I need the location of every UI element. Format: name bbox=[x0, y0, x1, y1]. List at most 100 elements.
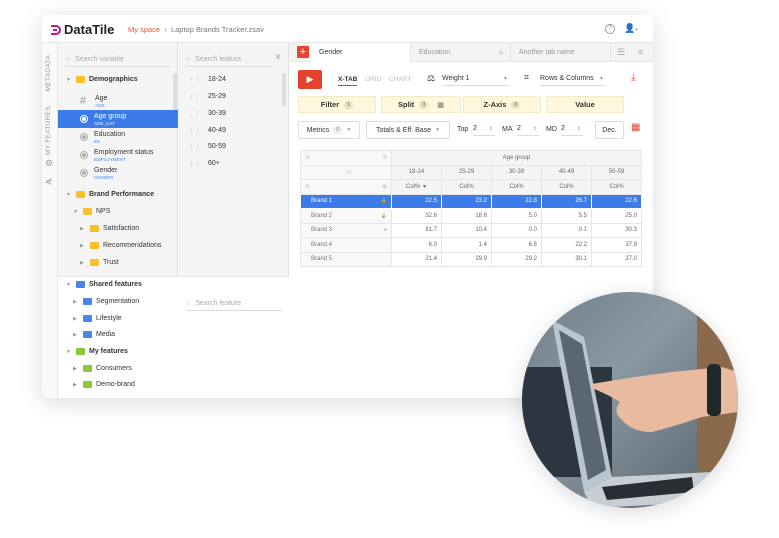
column-header[interactable]: 30-39 bbox=[491, 164, 542, 180]
eye-icon[interactable]: ◉ bbox=[382, 183, 387, 190]
value-dropzone[interactable]: Value bbox=[546, 96, 624, 113]
tree-recommendations[interactable]: ▶ Recommendations bbox=[80, 242, 161, 249]
column-header[interactable]: 18-24 bbox=[391, 164, 442, 180]
column-header[interactable]: 50-59 bbox=[591, 164, 642, 180]
table-cell[interactable]: 29.9 bbox=[441, 251, 492, 267]
scrollbar[interactable] bbox=[282, 73, 286, 106]
tree-segmentation[interactable]: ▶ Segmentation bbox=[73, 298, 139, 305]
weight-dropdown[interactable]: Weight 1 ▼ bbox=[442, 72, 510, 86]
tree-shared[interactable]: ▼ Shared features bbox=[66, 281, 142, 288]
table-row[interactable]: Brand 5 21.4 29.9 29.2 30.1 27.0 bbox=[300, 251, 642, 267]
top-stepper[interactable]: 2 ⇕ bbox=[473, 122, 495, 136]
tab-another[interactable]: Another tab name bbox=[511, 43, 611, 62]
feature-item[interactable]: ⋮⋮ 30-39 bbox=[188, 110, 226, 118]
table-cell[interactable]: 10.4 bbox=[441, 222, 492, 238]
table-cell[interactable]: 30.1 bbox=[541, 251, 592, 267]
help-icon[interactable]: ? bbox=[605, 24, 615, 34]
metric-header[interactable]: Col% ▼ bbox=[391, 179, 442, 195]
calculator-icon[interactable]: ▦ bbox=[631, 122, 640, 133]
close-tab-icon[interactable]: ⊗ bbox=[498, 49, 504, 57]
feature-search[interactable]: ○ Search feature bbox=[186, 53, 272, 67]
table-cell[interactable]: 81.7 bbox=[391, 222, 442, 238]
row-label[interactable]: Brand 5 bbox=[300, 251, 392, 267]
view-chart[interactable]: CHART bbox=[389, 76, 411, 83]
variable-age[interactable]: # Age AGE bbox=[58, 92, 178, 110]
tree-lifestyle[interactable]: ▶ Lifestyle bbox=[73, 315, 122, 322]
tree-demo-brand[interactable]: ▶ Demo-brand bbox=[73, 381, 135, 388]
table-cell[interactable]: 30.3 bbox=[591, 222, 642, 238]
table-cell[interactable]: 22.5 bbox=[391, 193, 442, 209]
table-cell[interactable]: 5.0 bbox=[491, 208, 542, 224]
table-row[interactable]: Brand 1 🔒 22.5 23.2 22.8 26.7 22.6 bbox=[300, 193, 642, 209]
zaxis-dropzone[interactable]: Z-Axis 0 bbox=[463, 96, 541, 113]
close-icon[interactable]: × bbox=[275, 52, 281, 63]
table-cell[interactable]: 21.4 bbox=[391, 251, 442, 267]
row-label[interactable]: Brand 4 bbox=[300, 237, 392, 253]
run-button[interactable]: ▶ bbox=[298, 70, 322, 89]
view-grid[interactable]: GRID bbox=[365, 76, 381, 83]
table-cell[interactable]: 18.6 bbox=[441, 208, 492, 224]
variable-age-group[interactable]: Age group AGE_CAT bbox=[58, 110, 178, 128]
swap-icon[interactable]: ⇄ bbox=[300, 164, 392, 180]
column-header[interactable]: 25-29 bbox=[441, 164, 492, 180]
layout-dropdown[interactable]: Rows & Columns ▼ bbox=[540, 72, 606, 86]
tree-trust[interactable]: ▶ Trust bbox=[80, 259, 119, 266]
variable-gender[interactable]: Gender GENDER bbox=[58, 164, 178, 182]
table-row[interactable]: Brand 3 ▸ 81.7 10.4 0.0 0.1 30.3 bbox=[300, 222, 642, 238]
table-row[interactable]: Brand 4 6.0 1.4 6.5 22.2 37.9 bbox=[300, 237, 642, 253]
variable-employment[interactable]: Employment status EMPLOYMENT bbox=[58, 146, 178, 164]
table-cell[interactable]: 25.0 bbox=[591, 208, 642, 224]
metadata-tab[interactable]: METADATA bbox=[45, 55, 52, 91]
totals-dropdown[interactable]: Totals & Eff. Base ▼ bbox=[366, 121, 450, 139]
feature-item[interactable]: ⋮⋮ 60+ bbox=[188, 160, 220, 168]
menu-icon[interactable]: ≡ bbox=[638, 47, 643, 57]
filter-dropzone[interactable]: Filter 1 bbox=[298, 96, 376, 113]
clear-icon[interactable]: ⊗ bbox=[382, 154, 387, 161]
row-label[interactable]: Brand 1 🔒 bbox=[300, 193, 392, 209]
decimals-button[interactable]: Dec. bbox=[595, 121, 624, 139]
variable-education[interactable]: Education ED bbox=[58, 128, 178, 146]
user-menu-icon[interactable]: 👤▾ bbox=[624, 23, 638, 34]
table-cell[interactable]: 37.9 bbox=[591, 237, 642, 253]
download-icon[interactable]: ⤓ bbox=[631, 72, 635, 83]
tree-nps[interactable]: ▼ NPS bbox=[73, 208, 110, 215]
settings-icon[interactable]: ⚙ bbox=[45, 158, 53, 169]
table-cell[interactable]: 32.6 bbox=[391, 208, 442, 224]
table-cell[interactable]: 22.8 bbox=[491, 193, 542, 209]
clear-icon[interactable]: ⊗ bbox=[305, 184, 310, 190]
table-cell[interactable]: 0.1 bbox=[541, 222, 592, 238]
tree-brand-performance[interactable]: ▼ Brand Performance bbox=[66, 191, 154, 198]
tree-my-features[interactable]: ▼ My features bbox=[66, 348, 128, 355]
split-dropzone[interactable]: Split 3 ▦ bbox=[381, 96, 461, 113]
tree-satisfaction[interactable]: ▶ Satisfaction bbox=[80, 225, 139, 232]
column-header[interactable]: 40-49 bbox=[541, 164, 592, 180]
feature-search-2[interactable]: ○ Search feature bbox=[186, 297, 282, 311]
clear-icon[interactable]: ⊗ bbox=[305, 155, 310, 161]
tree-demographics[interactable]: ▼ Demographics bbox=[66, 76, 138, 83]
table-cell[interactable]: 22.6 bbox=[591, 193, 642, 209]
row-label[interactable]: Brand 2 🔒 bbox=[300, 208, 392, 224]
feature-item[interactable]: ⋮⋮ 18-24 bbox=[188, 76, 226, 84]
split-layout-icon[interactable]: ▦ bbox=[437, 101, 444, 109]
table-cell[interactable]: 29.2 bbox=[491, 251, 542, 267]
share-icon[interactable]: ⋞ bbox=[45, 176, 53, 187]
my-features-tab[interactable]: MY FEATURES bbox=[45, 106, 52, 155]
table-cell[interactable]: 26.7 bbox=[541, 193, 592, 209]
table-cell[interactable]: 22.2 bbox=[541, 237, 592, 253]
feature-item[interactable]: ⋮⋮ 50-59 bbox=[188, 143, 226, 151]
table-cell[interactable]: 6.5 bbox=[491, 237, 542, 253]
add-tab-button[interactable]: + bbox=[297, 46, 309, 58]
md-stepper[interactable]: 2 ⇕ bbox=[561, 122, 583, 136]
view-xtab[interactable]: X-TAB bbox=[338, 76, 358, 86]
metrics-dropdown[interactable]: Metrics 0 ▼ bbox=[298, 121, 360, 139]
table-cell[interactable]: 23.2 bbox=[441, 193, 492, 209]
add-row-icon[interactable]: ☰ bbox=[617, 47, 625, 58]
variable-search[interactable]: ○ Search variable bbox=[66, 53, 171, 67]
ma-stepper[interactable]: 2 ⇕ bbox=[517, 122, 539, 136]
table-cell[interactable]: 27.0 bbox=[591, 251, 642, 267]
table-cell[interactable]: 1.4 bbox=[441, 237, 492, 253]
breadcrumb-my-space[interactable]: My space bbox=[128, 25, 160, 34]
tree-media[interactable]: ▶ Media bbox=[73, 331, 115, 338]
table-row[interactable]: Brand 2 🔒 32.6 18.6 5.0 5.5 25.0 bbox=[300, 208, 642, 224]
feature-item[interactable]: ⋮⋮ 40-49 bbox=[188, 127, 226, 135]
